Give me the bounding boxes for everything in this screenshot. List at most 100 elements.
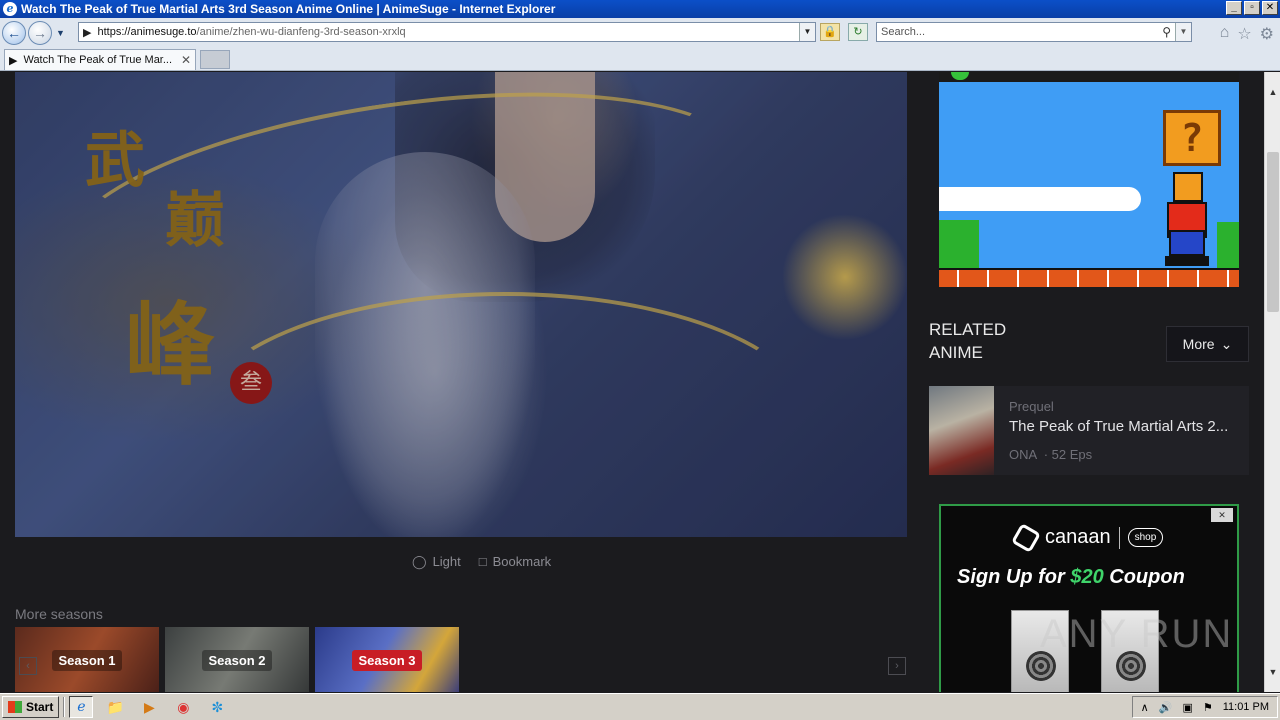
page-icon: ▶ bbox=[83, 26, 92, 39]
anime-banner-image: 武 巅 峰 叁 bbox=[15, 72, 907, 537]
tab-close-icon[interactable]: ✕ bbox=[181, 53, 191, 67]
start-button[interactable]: Start bbox=[2, 696, 60, 718]
tab-page-icon: ▶ bbox=[9, 54, 18, 67]
restore-button[interactable]: ▫ bbox=[1244, 1, 1260, 15]
clock[interactable]: 11:01 PM bbox=[1223, 701, 1269, 713]
related-type: ONA bbox=[1009, 447, 1037, 462]
forward-button[interactable]: → bbox=[28, 21, 52, 45]
search-dropdown-icon[interactable]: ▼ bbox=[1175, 23, 1191, 41]
canaan-ad-banner[interactable]: ✕ canaan shop Sign Up for $20 Coupon bbox=[939, 504, 1239, 692]
ad-topbar bbox=[939, 72, 1239, 82]
url-host: https://animesuge.to bbox=[97, 26, 197, 38]
related-meta: ONA · 52 Eps bbox=[1009, 447, 1093, 462]
start-label: Start bbox=[26, 700, 54, 714]
network-icon[interactable]: ▣ bbox=[1182, 701, 1192, 714]
season-card-2[interactable]: Season 2 bbox=[165, 627, 309, 692]
ad-hill-shape bbox=[939, 220, 979, 270]
url-path: /anime/zhen-wu-dianfeng-3rd-season-xrxlq bbox=[196, 26, 406, 38]
related-heading-line2: ANIME bbox=[929, 343, 983, 362]
ad-close-icon[interactable]: ✕ bbox=[1211, 508, 1233, 522]
close-button[interactable]: ✕ bbox=[1262, 1, 1278, 15]
season-card-3-active[interactable]: Season 3 bbox=[315, 627, 459, 692]
canaan-hex-icon bbox=[1010, 522, 1042, 553]
settings-gear-icon[interactable]: ⚙ bbox=[1260, 24, 1274, 44]
season-label: Season 1 bbox=[52, 649, 122, 671]
banner-dim-overlay bbox=[15, 72, 907, 537]
coupon-amount: $20 bbox=[1070, 566, 1104, 588]
new-tab-button[interactable] bbox=[200, 50, 230, 69]
related-heading-line1: RELATED bbox=[929, 320, 1007, 339]
minimize-button[interactable]: _ bbox=[1226, 1, 1242, 15]
question-block-icon: ? bbox=[1163, 110, 1221, 166]
ad-cloud-shape bbox=[939, 187, 1141, 211]
carousel-prev-icon[interactable]: ‹ bbox=[19, 657, 37, 675]
bookmark-icon: □ bbox=[478, 554, 487, 569]
volume-icon[interactable]: 🔊 bbox=[1159, 701, 1173, 714]
season-label: Season 2 bbox=[202, 649, 272, 671]
search-icon[interactable]: ⚲ bbox=[1162, 25, 1171, 39]
lock-icon[interactable]: 🔒 bbox=[820, 23, 840, 41]
window-controls: _ ▫ ✕ bbox=[1226, 1, 1278, 15]
explorer-folder-icon[interactable]: 📁 bbox=[103, 696, 127, 718]
action-center-flag-icon[interactable]: ⚑ bbox=[1203, 701, 1213, 714]
search-box[interactable]: Search... ⚲ ▼ bbox=[876, 22, 1192, 42]
refresh-button[interactable]: ↻ bbox=[848, 23, 868, 41]
canaan-logo: canaan shop bbox=[1010, 522, 1164, 553]
ie-logo-icon: e bbox=[3, 2, 17, 16]
home-icon[interactable]: ⌂ bbox=[1220, 24, 1230, 44]
toolbar-icons: ⌂ ☆ ⚙ bbox=[1220, 24, 1274, 44]
navigation-bar: ← → ▼ ▶ https://animesuge.to/anime/zhen-… bbox=[0, 18, 1280, 48]
canaan-brand: canaan bbox=[1045, 526, 1111, 548]
carousel-next-icon[interactable]: › bbox=[888, 657, 906, 675]
canaan-shop-badge: shop bbox=[1127, 528, 1164, 547]
anyrun-watermark: ANY RUN bbox=[1040, 612, 1234, 656]
tab-label: Watch The Peak of True Mar... bbox=[23, 54, 173, 66]
related-anime-item[interactable]: Prequel The Peak of True Martial Arts 2.… bbox=[929, 386, 1249, 475]
chrome-icon[interactable]: ◉ bbox=[171, 696, 195, 718]
more-seasons-title: More seasons bbox=[15, 606, 103, 622]
season-label: Season 3 bbox=[352, 649, 422, 671]
light-label: Light bbox=[432, 554, 461, 569]
ad-brick-ground bbox=[939, 268, 1239, 287]
ad-hill-shape bbox=[1217, 222, 1239, 270]
ie-taskbar-icon[interactable]: e bbox=[69, 696, 94, 718]
page-content: 武 巅 峰 叁 ◯ Light □ Bookmark More seasons Se… bbox=[0, 72, 1264, 692]
edge-icon[interactable]: ✼ bbox=[205, 696, 229, 718]
search-input[interactable]: Search... bbox=[881, 26, 925, 38]
chevron-down-icon: ⌄ bbox=[1220, 335, 1233, 352]
window-title: Watch The Peak of True Martial Arts 3rd … bbox=[21, 2, 556, 16]
history-dropdown-icon[interactable]: ▼ bbox=[56, 28, 65, 38]
scroll-up-icon[interactable]: ▲ bbox=[1265, 84, 1280, 100]
related-relation: Prequel bbox=[1009, 399, 1054, 414]
related-title[interactable]: The Peak of True Martial Arts 2... bbox=[1009, 418, 1241, 435]
windows-flag-icon bbox=[8, 701, 22, 713]
tab-animesuge[interactable]: ▶ Watch The Peak of True Mar... ✕ bbox=[4, 49, 196, 70]
related-episodes: 52 Eps bbox=[1051, 447, 1093, 462]
back-button[interactable]: ← bbox=[2, 21, 26, 45]
more-label: More bbox=[1182, 336, 1215, 352]
related-more-dropdown[interactable]: More ⌄ bbox=[1166, 326, 1249, 362]
game-ad-banner[interactable]: ? bbox=[939, 72, 1239, 287]
scrollbar-thumb[interactable] bbox=[1267, 152, 1279, 312]
bookmark-label: Bookmark bbox=[492, 554, 552, 569]
bookmark-button[interactable]: □ Bookmark bbox=[479, 554, 551, 570]
tray-expand-icon[interactable]: ∧ bbox=[1141, 701, 1149, 714]
seasons-carousel: Season 1 Season 2 Season 3 bbox=[15, 627, 459, 692]
related-anime-poster bbox=[929, 386, 994, 475]
tab-bar: ▶ Watch The Peak of True Mar... ✕ bbox=[0, 48, 1280, 71]
pixel-character-icon bbox=[1161, 172, 1213, 266]
lightbulb-icon: ◯ bbox=[412, 554, 427, 569]
related-anime-heading: RELATED ANIME bbox=[929, 318, 1049, 364]
address-bar[interactable]: ▶ https://animesuge.to/anime/zhen-wu-dia… bbox=[78, 22, 816, 42]
address-dropdown-icon[interactable]: ▼ bbox=[799, 23, 815, 41]
light-toggle[interactable]: ◯ Light bbox=[412, 554, 461, 570]
page-scrollbar[interactable]: ▲ ▼ bbox=[1264, 72, 1280, 692]
system-tray: ∧ 🔊 ▣ ⚑ 11:01 PM bbox=[1131, 696, 1278, 718]
window-titlebar: e Watch The Peak of True Martial Arts 3r… bbox=[0, 0, 1280, 18]
favorites-star-icon[interactable]: ☆ bbox=[1237, 24, 1251, 44]
canaan-headline: Sign Up for $20 Coupon bbox=[957, 566, 1185, 588]
scroll-down-icon[interactable]: ▼ bbox=[1265, 664, 1280, 680]
player-actions: ◯ Light □ Bookmark bbox=[412, 554, 551, 570]
media-player-icon[interactable]: ▶ bbox=[137, 696, 161, 718]
ad-green-dot bbox=[951, 72, 969, 80]
